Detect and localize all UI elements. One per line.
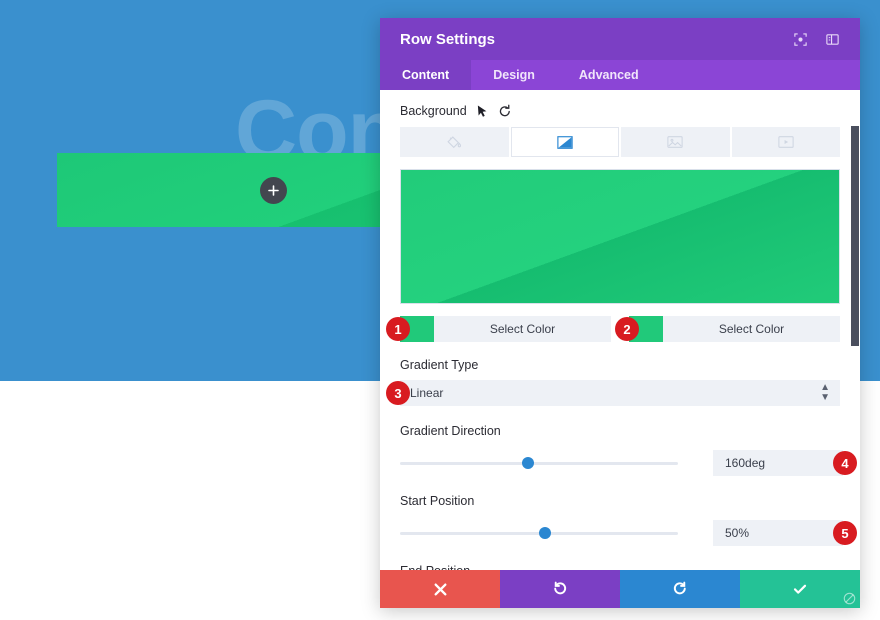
background-color-tab[interactable] (400, 127, 509, 157)
start-position-value: 50% (725, 526, 750, 540)
slider-handle[interactable] (539, 527, 551, 539)
start-position-label: Start Position (400, 494, 475, 508)
undo-button[interactable] (500, 570, 620, 608)
background-image-tab[interactable] (621, 127, 730, 157)
gradient-direction-value-field[interactable]: 160deg 4 (713, 450, 857, 476)
slider-track (400, 462, 678, 465)
gradient-type-block: Gradient Type 3 Linear ▲ ▼ (386, 358, 840, 406)
gradient-direction-label: Gradient Direction (400, 424, 501, 438)
screen: Cont Row Settings Content Design Advance… (0, 0, 880, 620)
plus-icon (268, 185, 279, 196)
badge-2: 2 (615, 317, 639, 341)
undo-icon (554, 581, 567, 595)
paint-bucket-icon (447, 135, 461, 148)
close-icon (434, 583, 446, 595)
start-position-slider[interactable] (400, 526, 678, 540)
gradient-type-label: Gradient Type (400, 358, 479, 372)
tab-advanced-label: Advanced (578, 68, 639, 82)
start-position-value-field[interactable]: 50% 5 (713, 520, 857, 546)
cancel-button[interactable] (380, 570, 500, 608)
modal-tabs: Content Design Advanced (380, 60, 860, 90)
redo-icon (673, 581, 686, 595)
video-icon (778, 136, 794, 148)
background-video-tab[interactable] (731, 127, 840, 157)
cursor-arrow-icon (476, 105, 489, 118)
row-settings-modal: Row Settings Content Design Advanced Bac… (380, 18, 860, 608)
modal-footer (380, 570, 860, 608)
modal-scrollbar[interactable] (851, 110, 859, 548)
select-color-label-2: Select Color (718, 322, 785, 336)
gradient-direction-block: Gradient Direction 160deg 4 (400, 424, 857, 476)
end-position-block: End Position 50% 6 (400, 564, 840, 570)
select-color-label-1: Select Color (489, 322, 556, 336)
panel-layout-icon[interactable] (824, 31, 840, 47)
end-position-label: End Position (400, 564, 840, 570)
check-icon (793, 584, 807, 594)
background-label: Background (400, 104, 467, 118)
gradient-preview (400, 169, 840, 304)
resize-handle-icon[interactable] (843, 592, 857, 606)
background-gradient-tab[interactable] (510, 127, 619, 157)
start-position-block: Start Position 50% 5 (400, 494, 857, 546)
badge-1: 1 (386, 317, 410, 341)
tab-advanced[interactable]: Advanced (557, 60, 661, 90)
modal-header: Row Settings (380, 18, 860, 60)
modal-header-actions (792, 31, 840, 47)
tab-content[interactable]: Content (380, 60, 472, 90)
badge-5: 5 (833, 521, 857, 545)
tab-content-label: Content (402, 68, 450, 82)
tab-design-label: Design (493, 68, 535, 82)
gradient-color-2[interactable]: 2 Select Color (615, 316, 840, 342)
badge-3: 3 (386, 381, 410, 405)
image-icon (667, 136, 683, 148)
chevron-updown-icon: ▲ ▼ (820, 382, 830, 403)
redo-button[interactable] (620, 570, 740, 608)
reset-icon[interactable] (498, 104, 512, 118)
modal-title: Row Settings (400, 30, 496, 48)
save-button[interactable] (740, 570, 860, 608)
gradient-direction-value: 160deg (725, 456, 766, 470)
gradient-direction-slider[interactable] (400, 456, 678, 470)
add-row-button[interactable] (260, 177, 287, 204)
scrollbar-thumb[interactable] (851, 126, 859, 346)
focus-target-icon[interactable] (792, 31, 808, 47)
gradient-icon (557, 135, 573, 149)
gradient-color-1[interactable]: 1 Select Color (386, 316, 611, 342)
tab-design[interactable]: Design (471, 60, 557, 90)
background-type-tabs (400, 127, 840, 157)
gradient-type-value: Linear (410, 386, 444, 400)
modal-body: Background 1 Select Color 2 Select Color… (380, 90, 860, 570)
gradient-color-row: 1 Select Color 2 Select Color (386, 316, 840, 342)
slider-handle[interactable] (522, 457, 535, 469)
badge-4: 4 (833, 451, 857, 475)
gradient-type-select[interactable]: 3 Linear ▲ ▼ (386, 380, 840, 406)
background-label-row: Background (400, 104, 840, 118)
